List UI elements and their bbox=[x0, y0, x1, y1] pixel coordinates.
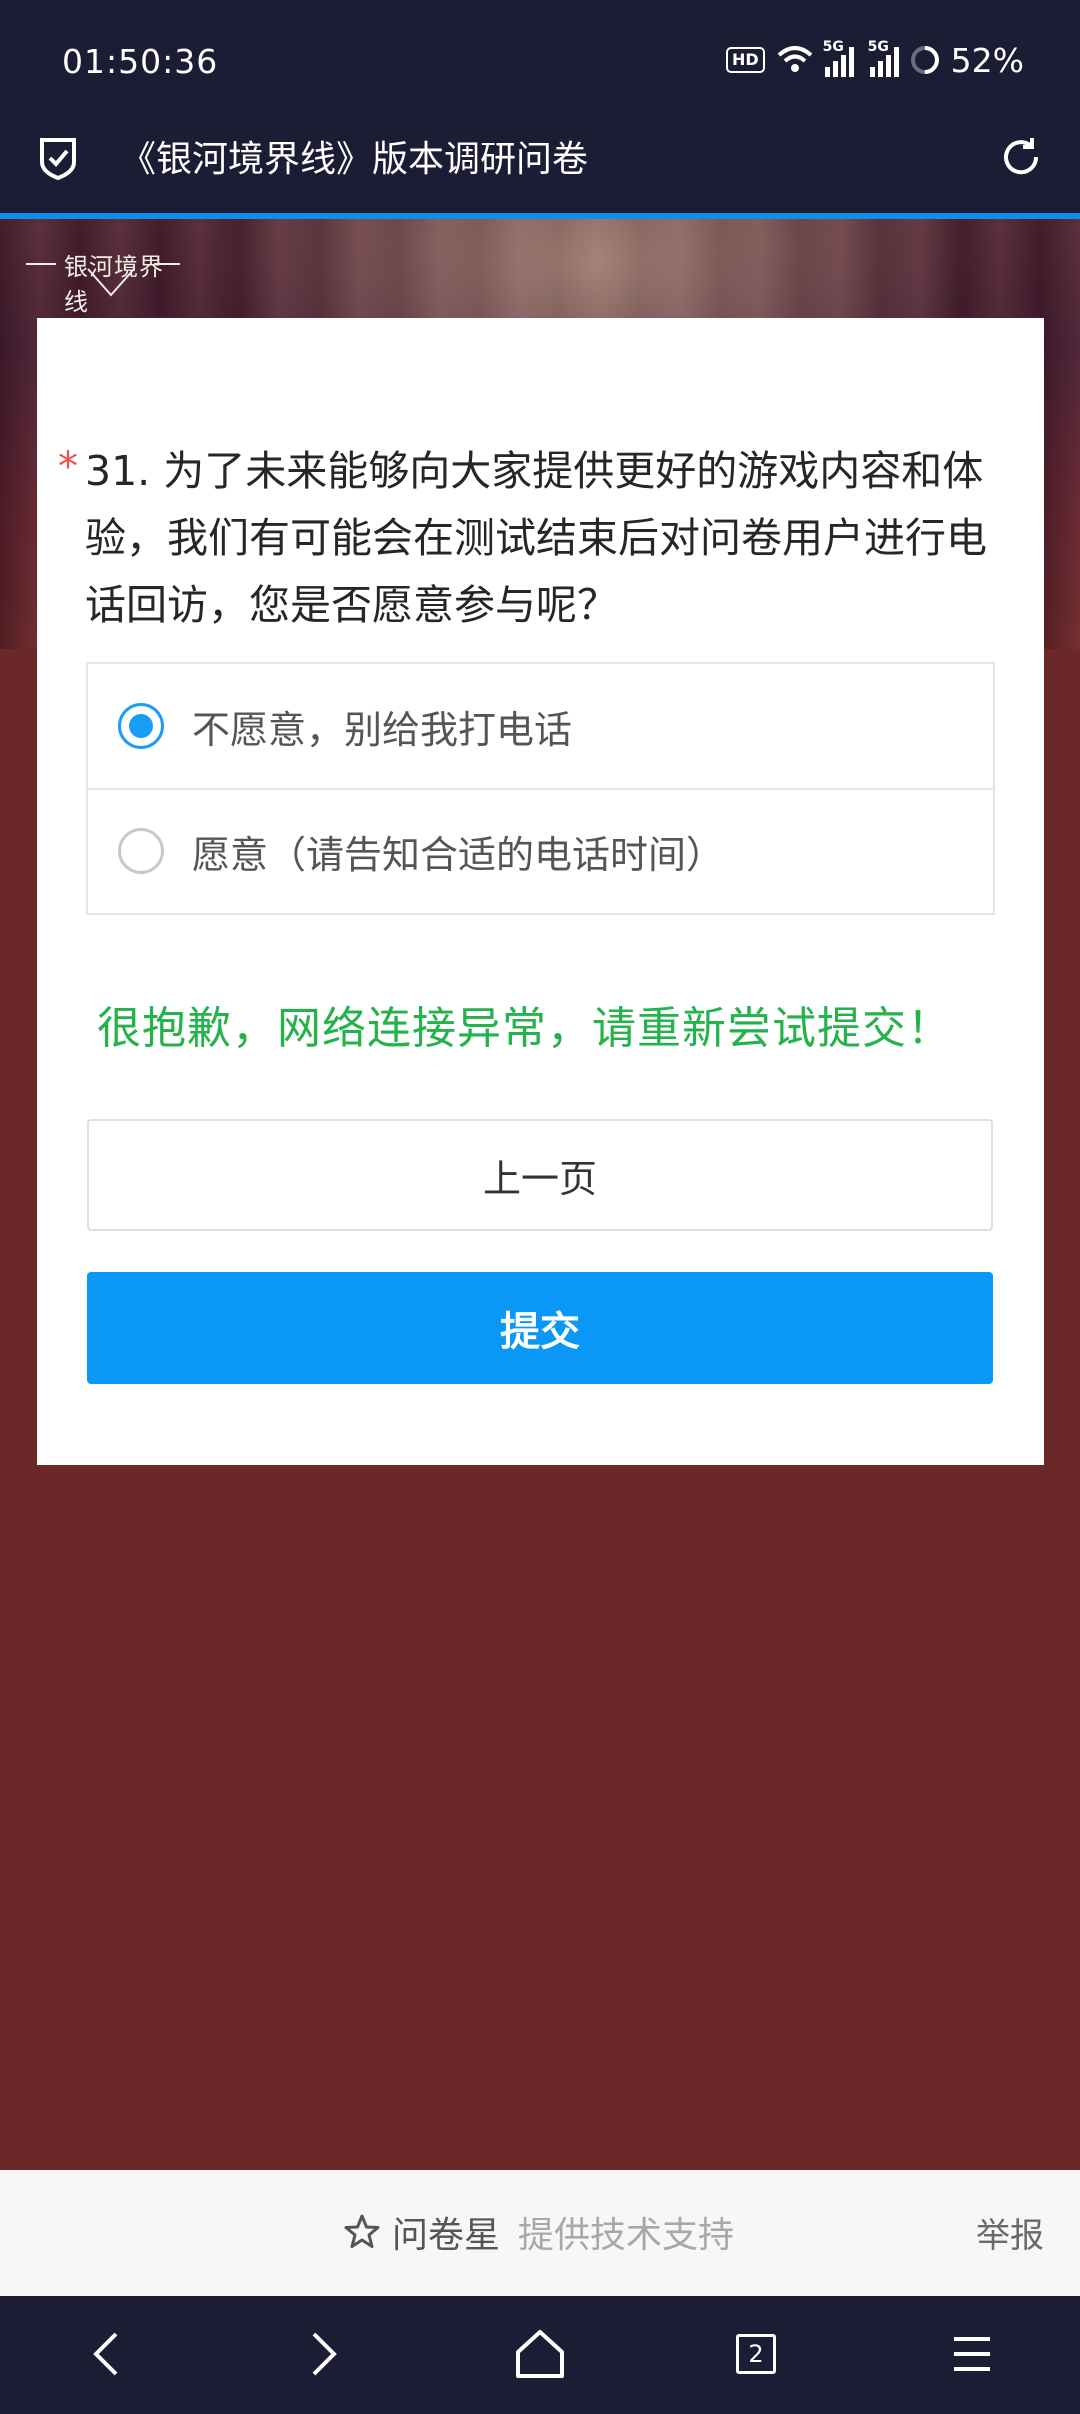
option-decline[interactable]: 不愿意，别给我打电话 bbox=[88, 664, 993, 788]
hd-icon: HD bbox=[725, 47, 765, 73]
page-title: 《银河境界线》版本调研问卷 bbox=[120, 139, 589, 180]
home-icon[interactable] bbox=[510, 2324, 570, 2384]
required-mark: * bbox=[58, 444, 78, 490]
previous-page-button[interactable]: 上一页 bbox=[87, 1119, 993, 1231]
shield-check-icon[interactable] bbox=[38, 136, 78, 180]
option-label: 不愿意，别给我打电话 bbox=[192, 707, 573, 752]
report-link[interactable]: 举报 bbox=[976, 2208, 1044, 2257]
star-icon bbox=[344, 2214, 380, 2248]
browser-title-bar: 《银河境界线》版本调研问卷 bbox=[0, 120, 1080, 216]
back-icon[interactable] bbox=[78, 2324, 138, 2384]
survey-footer: 问卷星 提供技术支持 举报 bbox=[0, 2170, 1080, 2296]
game-logo: 银河境界线 bbox=[26, 227, 180, 316]
status-time: 01:50:36 bbox=[62, 42, 219, 81]
submit-button[interactable]: 提交 bbox=[87, 1272, 993, 1384]
status-bar: 01:50:36 HD 5G 5G 52% bbox=[0, 0, 1080, 120]
answer-options: 不愿意，别给我打电话 愿意（请告知合适的电话时间） bbox=[86, 662, 995, 915]
error-message: 很抱歉，网络连接异常，请重新尝试提交！ bbox=[97, 1003, 952, 1054]
powered-by[interactable]: 问卷星 提供技术支持 bbox=[342, 2206, 734, 2258]
battery-ring-icon bbox=[910, 46, 939, 75]
option-accept[interactable]: 愿意（请告知合适的电话时间） bbox=[88, 788, 993, 912]
brand-tagline: 提供技术支持 bbox=[518, 2215, 735, 2256]
menu-icon[interactable] bbox=[942, 2324, 1002, 2384]
survey-card: * 31. 为了未来能够向大家提供更好的游戏内容和体验，我们有可能会在测试结束后… bbox=[37, 318, 1044, 1465]
question-text: 31. 为了未来能够向大家提供更好的游戏内容和体验，我们有可能会在测试结束后对问… bbox=[85, 447, 987, 629]
status-icons: HD 5G 5G 52% bbox=[725, 39, 1024, 80]
brand-name: 问卷星 bbox=[392, 2215, 501, 2256]
forward-icon[interactable] bbox=[292, 2324, 352, 2384]
tab-count: 2 bbox=[736, 2334, 776, 2374]
reload-icon[interactable] bbox=[998, 134, 1044, 180]
signal-2-icon: 5G bbox=[868, 39, 899, 77]
option-label: 愿意（请告知合适的电话时间） bbox=[192, 832, 725, 877]
signal-1-icon: 5G bbox=[823, 39, 854, 77]
radio-unselected-icon[interactable] bbox=[118, 828, 164, 874]
radio-selected-icon[interactable] bbox=[118, 703, 164, 749]
survey-page: 银河境界线 * 31. 为了未来能够向大家提供更好的游戏内容和体验，我们有可能会… bbox=[0, 219, 1080, 2170]
browser-nav-bar: 2 bbox=[0, 2296, 1080, 2414]
wifi-icon bbox=[777, 46, 812, 72]
tabs-button[interactable]: 2 bbox=[726, 2324, 786, 2384]
battery-percent: 52% bbox=[950, 40, 1024, 80]
